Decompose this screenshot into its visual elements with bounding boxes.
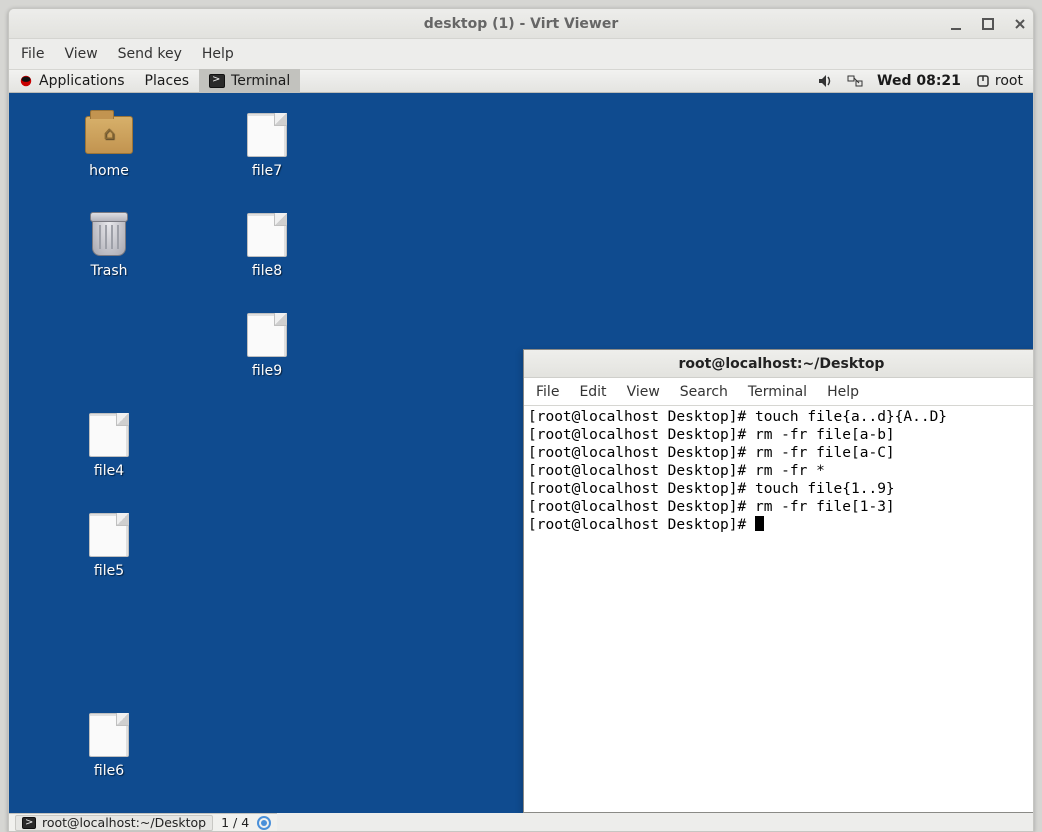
terminal-panel-label: Terminal <box>231 73 290 89</box>
menu-help[interactable]: Help <box>202 46 234 62</box>
user-label: root <box>995 73 1023 89</box>
terminal-titlebar[interactable]: root@localhost:~/Desktop <box>524 350 1033 378</box>
workspace-pager: 1 / 4 <box>221 815 271 830</box>
volume-icon[interactable] <box>817 73 833 89</box>
bottom-taskbar: root@localhost:~/Desktop 1 / 4 <box>9 813 277 831</box>
terminal-title-text: root@localhost:~/Desktop <box>679 356 885 372</box>
gnome-top-panel: Applications Places Terminal Wed 08:21 r… <box>9 69 1033 93</box>
menu-sendkey[interactable]: Send key <box>118 46 182 62</box>
icon-label: file4 <box>94 463 124 479</box>
terminal-menu-help[interactable]: Help <box>827 384 859 400</box>
terminal-window[interactable]: root@localhost:~/Desktop File Edit View … <box>523 349 1033 813</box>
virt-viewer-menu: File View Send key Help <box>9 39 1033 69</box>
trash-icon-desktop[interactable]: Trash <box>39 213 179 279</box>
window-controls <box>949 9 1027 39</box>
places-menu[interactable]: Places <box>135 69 200 93</box>
terminal-panel-item[interactable]: Terminal <box>199 69 300 93</box>
menu-file[interactable]: File <box>21 46 44 62</box>
file-icon <box>247 313 287 357</box>
titlebar[interactable]: desktop (1) - Virt Viewer <box>9 9 1033 39</box>
home-folder-icon[interactable]: home <box>39 113 179 179</box>
desktop-area[interactable]: home Trash file7 file8 file9 file4 file5 <box>9 93 1033 813</box>
file8-icon[interactable]: file8 <box>197 213 337 279</box>
panel-right: Wed 08:21 root <box>817 73 1033 89</box>
terminal-menubar: File Edit View Search Terminal Help <box>524 378 1033 406</box>
trash-icon <box>92 214 126 256</box>
terminal-cursor <box>755 516 764 531</box>
file6-icon[interactable]: file6 <box>39 713 179 779</box>
file-icon <box>89 413 129 457</box>
pager-label[interactable]: 1 / 4 <box>221 815 249 830</box>
folder-icon <box>85 116 133 154</box>
terminal-menu-file[interactable]: File <box>536 384 559 400</box>
minimize-button[interactable] <box>949 17 963 31</box>
terminal-menu-view[interactable]: View <box>627 384 660 400</box>
power-icon <box>975 73 991 89</box>
icon-label: file6 <box>94 763 124 779</box>
network-icon[interactable] <box>847 73 863 89</box>
icon-label: file8 <box>252 263 282 279</box>
terminal-icon <box>22 817 36 829</box>
maximize-button[interactable] <box>981 17 995 31</box>
file-icon <box>247 113 287 157</box>
icon-label: file9 <box>252 363 282 379</box>
file-icon <box>89 713 129 757</box>
file-icon <box>247 213 287 257</box>
applications-menu[interactable]: Applications <box>9 69 135 93</box>
taskbar-entry-label: root@localhost:~/Desktop <box>42 815 206 830</box>
panel-left: Applications Places Terminal <box>9 69 300 93</box>
places-label: Places <box>145 73 190 89</box>
terminal-menu-search[interactable]: Search <box>680 384 728 400</box>
close-button[interactable] <box>1013 17 1027 31</box>
file9-icon[interactable]: file9 <box>197 313 337 379</box>
taskbar-terminal-entry[interactable]: root@localhost:~/Desktop <box>15 815 213 831</box>
user-menu[interactable]: root <box>975 73 1023 89</box>
file5-icon[interactable]: file5 <box>39 513 179 579</box>
file4-icon[interactable]: file4 <box>39 413 179 479</box>
panel-datetime[interactable]: Wed 08:21 <box>877 73 961 89</box>
window-title: desktop (1) - Virt Viewer <box>424 16 619 32</box>
file-icon <box>89 513 129 557</box>
virt-viewer-window: desktop (1) - Virt Viewer File View Send… <box>8 8 1034 832</box>
file7-icon[interactable]: file7 <box>197 113 337 179</box>
icon-label: file5 <box>94 563 124 579</box>
icon-label: Trash <box>91 263 128 279</box>
terminal-menu-terminal[interactable]: Terminal <box>748 384 807 400</box>
icon-label: home <box>89 163 129 179</box>
redhat-icon <box>19 74 33 88</box>
icon-label: file7 <box>252 163 282 179</box>
applications-label: Applications <box>39 73 125 89</box>
menu-view[interactable]: View <box>64 46 97 62</box>
terminal-icon <box>209 74 225 88</box>
terminal-body[interactable]: [root@localhost Desktop]# touch file{a..… <box>524 406 1033 812</box>
workspace-indicator-icon[interactable] <box>257 816 271 830</box>
terminal-menu-edit[interactable]: Edit <box>579 384 606 400</box>
